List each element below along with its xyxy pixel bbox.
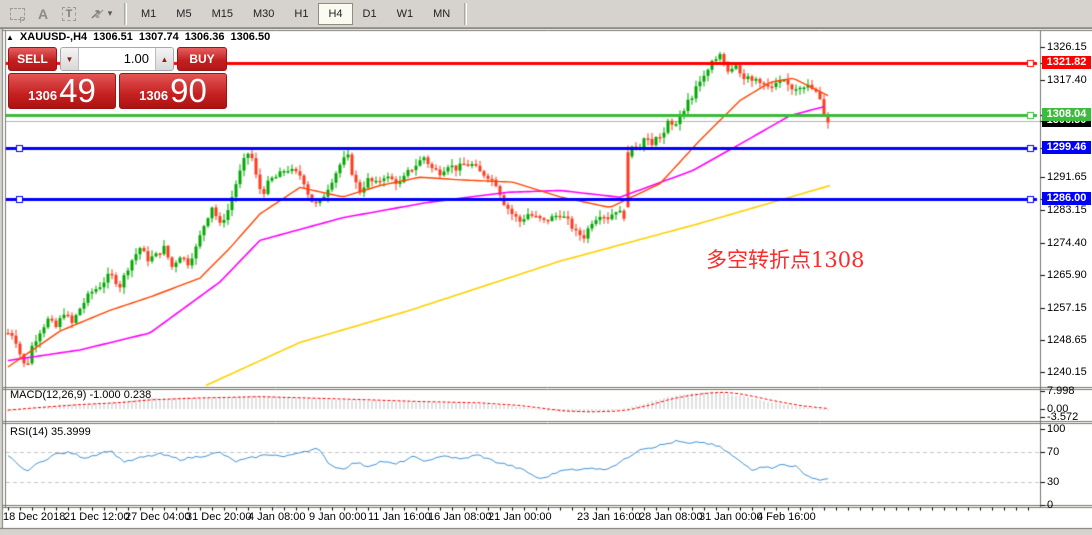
timeframe-button-H1[interactable]: H1 — [284, 3, 318, 25]
price-line-badge: 1308.04 — [1042, 108, 1091, 121]
rsi-axis-label: 70 — [1047, 446, 1059, 458]
arrange-arrows-icon — [90, 7, 105, 21]
ohlc-open: 1306.51 — [93, 31, 133, 43]
one-click-trading-panel: SELL ▼ 1.00 ▲ BUY 1306 49 1306 90 — [8, 47, 227, 109]
text-tool-button[interactable]: T — [56, 2, 82, 26]
chart-title: ▲ XAUUSD-,H4 1306.51 1307.74 1306.36 130… — [6, 31, 270, 43]
price-line-badge: 1299.46 — [1042, 141, 1091, 154]
price-line-badge: 1321.82 — [1042, 56, 1091, 69]
chart-annotation-text: 多空转折点1308 — [706, 244, 864, 274]
time-axis-label: 23 Jan 16:00 — [577, 511, 641, 523]
text-icon: T — [62, 7, 77, 21]
toolbar-separator — [464, 3, 467, 25]
lot-increase-button[interactable]: ▲ — [155, 48, 173, 70]
price-tick-label: 1265.90 — [1047, 269, 1087, 281]
timeframe-button-M30[interactable]: M30 — [243, 3, 284, 25]
sell-button[interactable]: SELL — [8, 47, 57, 71]
rsi-axis-label: 0 — [1047, 499, 1053, 511]
macd-indicator-label: MACD(12,26,9) -1.000 0.238 — [10, 389, 151, 401]
time-axis-label: 21 Dec 12:00 — [64, 511, 129, 523]
ask-big-figure: 1306 — [139, 88, 168, 103]
time-axis-label: 4 Jan 08:00 — [248, 511, 306, 523]
price-tick-label: 1326.15 — [1047, 41, 1087, 53]
lot-decrease-button[interactable]: ▼ — [61, 48, 79, 70]
time-axis-label: 31 Jan 00:00 — [699, 511, 763, 523]
arrange-windows-button[interactable]: ▾ — [82, 2, 120, 26]
time-axis-label: 27 Dec 04:00 — [125, 511, 190, 523]
price-tick-label: 1283.15 — [1047, 204, 1087, 216]
time-axis-label: 28 Jan 08:00 — [639, 511, 703, 523]
time-axis-label: 16 Jan 08:00 — [428, 511, 492, 523]
timeframe-toolbar: M1M5M15M30H1H4D1W1MN — [131, 3, 460, 25]
time-axis-label: 31 Dec 20:00 — [186, 511, 251, 523]
price-tick-label: 1274.40 — [1047, 237, 1087, 249]
time-axis-label: 11 Jan 16:00 — [368, 511, 431, 523]
time-axis-label: 21 Jan 00:00 — [488, 511, 552, 523]
template-button[interactable]: F — [4, 2, 30, 26]
rsi-axis-label: 30 — [1047, 476, 1059, 488]
ask-price-button[interactable]: 1306 90 — [119, 73, 227, 109]
collapse-arrow-icon[interactable]: ▲ — [6, 33, 14, 42]
ask-pips: 90 — [170, 74, 207, 107]
time-axis-label: 4 Feb 16:00 — [757, 511, 816, 523]
macd-axis-label: -3.572 — [1047, 411, 1078, 423]
lot-size-control: ▼ 1.00 ▲ — [60, 47, 174, 71]
timeframe-button-M5[interactable]: M5 — [166, 3, 201, 25]
time-axis-label: 9 Jan 00:00 — [309, 511, 367, 523]
price-tick-label: 1257.15 — [1047, 302, 1087, 314]
timeframe-button-MN[interactable]: MN — [423, 3, 460, 25]
macd-axis-label: 7.998 — [1047, 385, 1075, 397]
price-line-badge: 1286.00 — [1042, 192, 1091, 205]
price-tick-label: 1291.65 — [1047, 171, 1087, 183]
template-icon: F — [10, 8, 25, 20]
toolbar-separator — [124, 3, 127, 25]
bid-pips: 49 — [59, 74, 96, 107]
bid-big-figure: 1306 — [28, 88, 57, 103]
symbol-period-label: XAUUSD-,H4 — [20, 31, 87, 43]
ohlc-low: 1306.36 — [185, 31, 225, 43]
timeframe-button-D1[interactable]: D1 — [353, 3, 387, 25]
timeframe-button-H4[interactable]: H4 — [318, 3, 352, 25]
label-icon: A — [38, 6, 48, 22]
mt4-window: F A T ▾ M1M5M15M30H1H4D1W1MN ▲ XAUUSD-,H… — [0, 0, 1092, 535]
price-tick-label: 1317.40 — [1047, 74, 1087, 86]
price-tick-label: 1248.65 — [1047, 334, 1087, 346]
timeframe-button-W1[interactable]: W1 — [387, 3, 424, 25]
ohlc-high: 1307.74 — [139, 31, 179, 43]
toolbar: F A T ▾ M1M5M15M30H1H4D1W1MN — [0, 0, 1092, 28]
timeframe-button-M15[interactable]: M15 — [202, 3, 243, 25]
ohlc-close: 1306.50 — [230, 31, 270, 43]
rsi-indicator-label: RSI(14) 35.3999 — [10, 426, 91, 438]
timeframe-button-M1[interactable]: M1 — [131, 3, 166, 25]
time-axis-label: 18 Dec 2018 — [3, 511, 65, 523]
arrow-label-button[interactable]: A — [30, 2, 56, 26]
price-tick-label: 1240.15 — [1047, 366, 1087, 378]
bid-price-button[interactable]: 1306 49 — [8, 73, 116, 109]
lot-size-input[interactable]: 1.00 — [79, 48, 155, 70]
buy-button[interactable]: BUY — [177, 47, 227, 71]
rsi-axis-label: 100 — [1047, 423, 1065, 435]
chevron-down-icon: ▾ — [108, 8, 113, 19]
